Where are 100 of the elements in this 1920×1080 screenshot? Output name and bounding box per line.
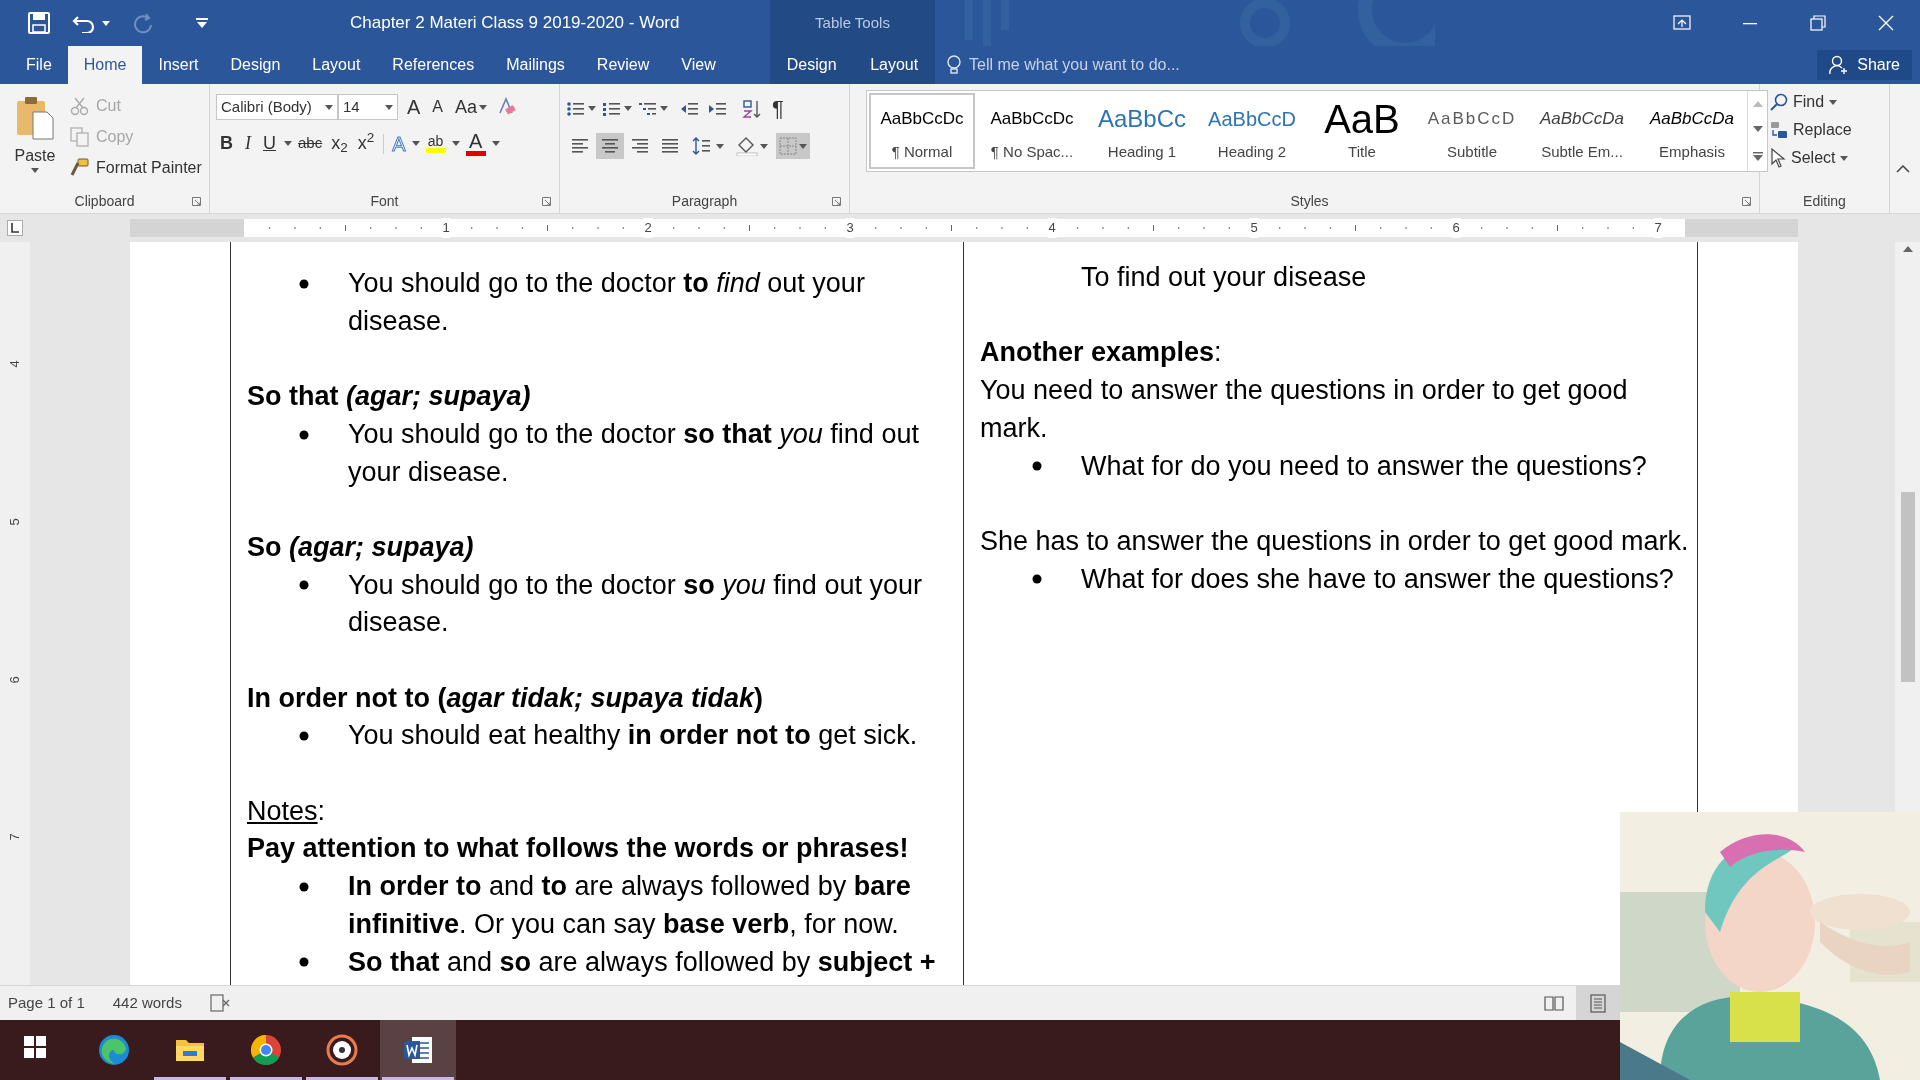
caret-icon[interactable] bbox=[624, 106, 632, 111]
customize-icon[interactable] bbox=[196, 18, 208, 28]
ribbon-tab[interactable]: Layout bbox=[296, 46, 377, 84]
font-color-button[interactable]: A bbox=[463, 131, 488, 156]
align-left-icon bbox=[571, 137, 589, 155]
ribbon-tab[interactable]: Design bbox=[778, 46, 845, 84]
copy-icon bbox=[70, 126, 90, 147]
sort-icon[interactable] bbox=[742, 98, 762, 119]
ruler-number: 2 bbox=[643, 218, 653, 238]
bullet-icon bbox=[299, 580, 309, 591]
bullet-text: In order to and to are always followed by bare infinitive. Or you can say base verb, for now. bbox=[348, 870, 912, 941]
italic-button[interactable]: I bbox=[241, 130, 255, 157]
caret-icon[interactable] bbox=[588, 106, 596, 111]
grow-font-button[interactable]: A bbox=[404, 92, 424, 122]
caret-icon[interactable] bbox=[385, 104, 393, 110]
caret-icon[interactable] bbox=[451, 141, 460, 146]
undo-icon[interactable] bbox=[72, 13, 96, 33]
align-center-button[interactable] bbox=[596, 133, 624, 159]
proofing-icon[interactable] bbox=[209, 994, 230, 1012]
close-icon[interactable] bbox=[1877, 14, 1895, 32]
style-item[interactable]: AaBbCcD Heading 2 bbox=[1199, 93, 1305, 169]
caret-icon[interactable] bbox=[1840, 155, 1849, 161]
caret-icon[interactable] bbox=[325, 104, 333, 110]
person-add-icon bbox=[1829, 55, 1850, 75]
taskbar-button[interactable] bbox=[380, 1020, 456, 1080]
scissors-icon bbox=[70, 95, 90, 116]
caret-icon[interactable] bbox=[760, 143, 768, 149]
caret-icon[interactable] bbox=[799, 143, 807, 149]
style-item[interactable]: AaBbCcDa Subtle Em... bbox=[1529, 93, 1635, 169]
show-formatting-marks-button[interactable]: ¶ bbox=[768, 92, 788, 125]
tell-me-field[interactable]: Tell me what you want to do... bbox=[969, 53, 1529, 77]
ribbon-tab[interactable]: Review bbox=[580, 46, 666, 84]
scroll-down-icon[interactable] bbox=[1752, 126, 1763, 133]
share-button[interactable]: Share bbox=[1817, 50, 1912, 80]
cursor-icon bbox=[1770, 148, 1786, 168]
highlight-button[interactable]: ab bbox=[423, 134, 448, 153]
group-label: Clipboard bbox=[74, 191, 135, 211]
dialog-launcher-icon[interactable] bbox=[1742, 197, 1751, 206]
collapse-ribbon-icon[interactable] bbox=[1896, 165, 1910, 173]
change-case-button[interactable]: Aa bbox=[452, 93, 491, 121]
ruler-number: 5 bbox=[1249, 218, 1259, 238]
underline-button[interactable]: U bbox=[259, 130, 280, 157]
ribbon-tab[interactable]: References bbox=[376, 46, 491, 84]
scroll-up-icon[interactable] bbox=[1902, 246, 1913, 252]
find-button[interactable]: Find bbox=[1770, 90, 1852, 114]
caret-icon[interactable] bbox=[31, 168, 39, 173]
style-item[interactable]: AaBbCc Heading 1 bbox=[1089, 93, 1195, 169]
save-icon[interactable] bbox=[28, 12, 50, 34]
style-item[interactable]: AaB Title bbox=[1309, 93, 1415, 169]
paste-button[interactable]: Paste bbox=[6, 90, 64, 189]
style-item[interactable]: AaBbCcDa Emphasis bbox=[1639, 93, 1745, 169]
ribbon-tab[interactable]: File bbox=[10, 46, 68, 84]
ribbon-tab[interactable]: Insert bbox=[142, 46, 215, 84]
clear-formatting-icon[interactable] bbox=[496, 97, 517, 117]
bullets-icon[interactable] bbox=[566, 99, 586, 118]
group-label: Styles bbox=[1290, 191, 1329, 211]
caret-icon[interactable] bbox=[1829, 99, 1838, 105]
bullet-icon bbox=[1032, 574, 1042, 585]
ribbon-tab[interactable]: Mailings bbox=[490, 46, 581, 84]
style-item[interactable]: AaBbCcDc ¶ No Spac... bbox=[979, 93, 1085, 169]
style-item[interactable]: AaBbCcD Subtitle bbox=[1419, 93, 1525, 169]
shrink-font-button[interactable]: A bbox=[429, 95, 446, 119]
caret-icon[interactable] bbox=[660, 106, 668, 111]
caret-icon[interactable] bbox=[479, 104, 488, 110]
style-item[interactable]: AaBbCcDc ¶ Normal bbox=[869, 93, 975, 169]
caret-icon[interactable] bbox=[284, 141, 292, 146]
strikethrough-button[interactable]: abc bbox=[296, 132, 325, 155]
ribbon-display-icon[interactable] bbox=[1673, 14, 1691, 32]
ruler-number: 6 bbox=[6, 675, 23, 684]
caret-icon[interactable] bbox=[491, 141, 500, 146]
ribbon-tab[interactable]: Layout bbox=[862, 46, 927, 84]
more-styles-icon[interactable] bbox=[1752, 152, 1763, 162]
tab-selector-icon[interactable] bbox=[7, 220, 23, 236]
ribbon-tab[interactable]: Design bbox=[214, 46, 297, 84]
group-label: Font bbox=[370, 191, 399, 211]
ribbon-tab[interactable]: Home bbox=[67, 46, 143, 84]
search-icon bbox=[1770, 93, 1788, 111]
replace-button[interactable]: Replace bbox=[1770, 118, 1852, 142]
dialog-launcher-icon[interactable] bbox=[192, 197, 201, 206]
scrollbar-thumb[interactable] bbox=[1900, 492, 1915, 682]
restore-icon[interactable] bbox=[1809, 14, 1827, 32]
font-name-field[interactable]: Calibri (Body) bbox=[216, 94, 338, 120]
clipboard-icon bbox=[15, 96, 55, 140]
superscript-button[interactable]: x$^{2}$ bbox=[354, 130, 378, 157]
select-button[interactable]: Select bbox=[1770, 146, 1852, 170]
notes-label: Notes bbox=[247, 795, 318, 826]
replace-icon bbox=[1770, 121, 1788, 139]
page-icon bbox=[1588, 993, 1608, 1013]
open-book-icon bbox=[1544, 993, 1564, 1013]
subscript-button[interactable]: x$_{2}$ bbox=[328, 130, 351, 157]
bold-button[interactable]: B bbox=[216, 130, 237, 157]
caret-icon[interactable] bbox=[716, 143, 724, 149]
caret-icon[interactable] bbox=[102, 20, 110, 26]
dialog-launcher-icon[interactable] bbox=[542, 197, 551, 206]
font-size-field[interactable]: 14 bbox=[338, 94, 398, 120]
paint-bucket-icon[interactable] bbox=[736, 136, 758, 156]
format-painter-button[interactable]: Format Painter bbox=[70, 154, 202, 181]
ribbon-tab[interactable]: View bbox=[665, 46, 732, 84]
caret-icon[interactable] bbox=[411, 141, 420, 146]
dialog-launcher-icon[interactable] bbox=[832, 197, 841, 206]
